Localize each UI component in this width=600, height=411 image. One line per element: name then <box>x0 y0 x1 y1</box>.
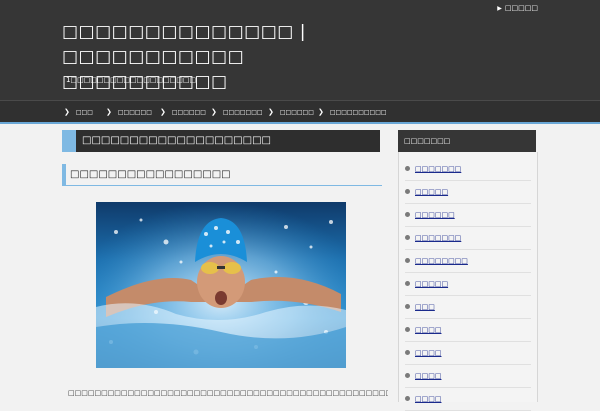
nav-item-6[interactable]: ❯ □□□□□□□□□□ <box>318 101 387 123</box>
sidebar-title: □□□□□□□ <box>404 137 451 145</box>
category-title-bar: □□□□□□□□□□□□□□□□□□□□ <box>62 130 380 152</box>
nav-item-2[interactable]: ❯ □□□□□□ <box>106 101 152 123</box>
nav-item-5[interactable]: ❯ □□□□□□ <box>268 101 314 123</box>
sidebar-item[interactable]: □□□□□ <box>405 273 531 296</box>
title-accent <box>62 164 66 185</box>
top-link-label: □□□□□ <box>504 4 538 12</box>
sidebar-item-label[interactable]: □□□□ <box>415 349 441 357</box>
bullet-icon <box>405 257 410 263</box>
nav-item-3[interactable]: ❯ □□□□□□ <box>160 101 206 123</box>
site-header: ▶ □□□□□ □□□□□□□□□□□□□□ | □□□□□□□□□□□ □□□□… <box>0 0 600 100</box>
chevron-right-icon: ❯ <box>211 108 217 116</box>
bullet-icon <box>405 349 410 355</box>
sidebar-item[interactable]: □□□□□□ <box>405 204 531 227</box>
sidebar-item-label[interactable]: □□□□ <box>415 372 441 380</box>
nav-item-label: □□□□□□ <box>117 109 152 116</box>
main-navigation: ❯ □□□ ❯ □□□□□□ ❯ □□□□□□ ❯ □□□□□□□ ❯ □□□□□□ ❯ □… <box>0 100 600 123</box>
bullet-icon <box>405 211 410 217</box>
chevron-right-icon: ❯ <box>318 108 324 116</box>
sidebar-item-label[interactable]: □□□□□□□ <box>415 165 461 173</box>
nav-item-label: □□□□□□□ <box>222 109 263 116</box>
sidebar-item[interactable]: □□□□□□□ <box>405 227 531 250</box>
nav-divider <box>0 122 600 124</box>
chevron-right-icon: ❯ <box>268 108 274 116</box>
chevron-right-icon: ❯ <box>160 108 166 116</box>
chevron-right-icon: ❯ <box>106 108 112 116</box>
sidebar-item[interactable]: □□□□ <box>405 342 531 365</box>
sidebar-item[interactable]: □□□□□ <box>405 181 531 204</box>
swimmer-photo <box>96 202 346 368</box>
bullet-icon <box>405 165 410 171</box>
sidebar-item-label[interactable]: □□□□ <box>415 395 441 403</box>
nav-item-label: □□□ <box>75 109 93 116</box>
triangle-right-icon: ▶ <box>497 5 502 12</box>
article-title[interactable]: □□□□□□□□□□□□□□□□□ <box>70 164 231 185</box>
nav-item-label: □□□□□□□□□□ <box>329 109 387 116</box>
article-title-box: □□□□□□□□□□□□□□□□□ <box>62 164 382 186</box>
sidebar-item-label[interactable]: □□□□□ <box>415 280 448 288</box>
bullet-icon <box>405 280 410 286</box>
sidebar-item-label[interactable]: □□□□□□□ <box>415 234 461 242</box>
sidebar-item[interactable]: □□□□□□□ <box>405 158 531 181</box>
top-link[interactable]: ▶ □□□□□ <box>497 3 538 13</box>
sidebar-item-label[interactable]: □□□□□ <box>415 188 448 196</box>
nav-item-4[interactable]: ❯ □□□□□□□ <box>211 101 263 123</box>
sidebar-item-label[interactable]: □□□ <box>415 303 435 311</box>
sidebar-item[interactable]: □□□□ <box>405 365 531 388</box>
chevron-right-icon: ❯ <box>64 108 70 116</box>
sidebar-category-list: □□□□□□□ □□□□□ □□□□□□ □□□□□□□ □□□□□□□□ □□… <box>398 152 538 411</box>
site-tagline: 1□□□□□□□□□□□□□□□□□□□ <box>66 76 197 84</box>
bullet-icon <box>405 188 410 194</box>
nav-item-1[interactable]: ❯ □□□ <box>64 101 93 123</box>
sidebar-item[interactable]: □□□ <box>405 296 531 319</box>
bullet-icon <box>405 303 410 309</box>
bullet-icon <box>405 326 410 332</box>
title-accent <box>62 130 76 152</box>
bullet-icon <box>405 372 410 378</box>
bullet-icon <box>405 234 410 240</box>
sidebar-item-label[interactable]: □□□□□□□□ <box>415 257 468 265</box>
sidebar-item-label[interactable]: □□□□ <box>415 326 441 334</box>
nav-item-label: □□□□□□ <box>171 109 206 116</box>
article-body-text: □□□□□□□□□□□□□□□□□□□□□□□□□□□□□□□□□□□□□□□□… <box>68 389 388 397</box>
sidebar-header: □□□□□□□ <box>398 130 536 152</box>
category-title: □□□□□□□□□□□□□□□□□□□□ <box>82 135 271 146</box>
nav-item-label: □□□□□□ <box>279 109 314 116</box>
sidebar-item-label[interactable]: □□□□□□ <box>415 211 455 219</box>
sidebar-item[interactable]: □□□□□□□□ <box>405 250 531 273</box>
sidebar-item[interactable]: □□□□ <box>405 319 531 342</box>
